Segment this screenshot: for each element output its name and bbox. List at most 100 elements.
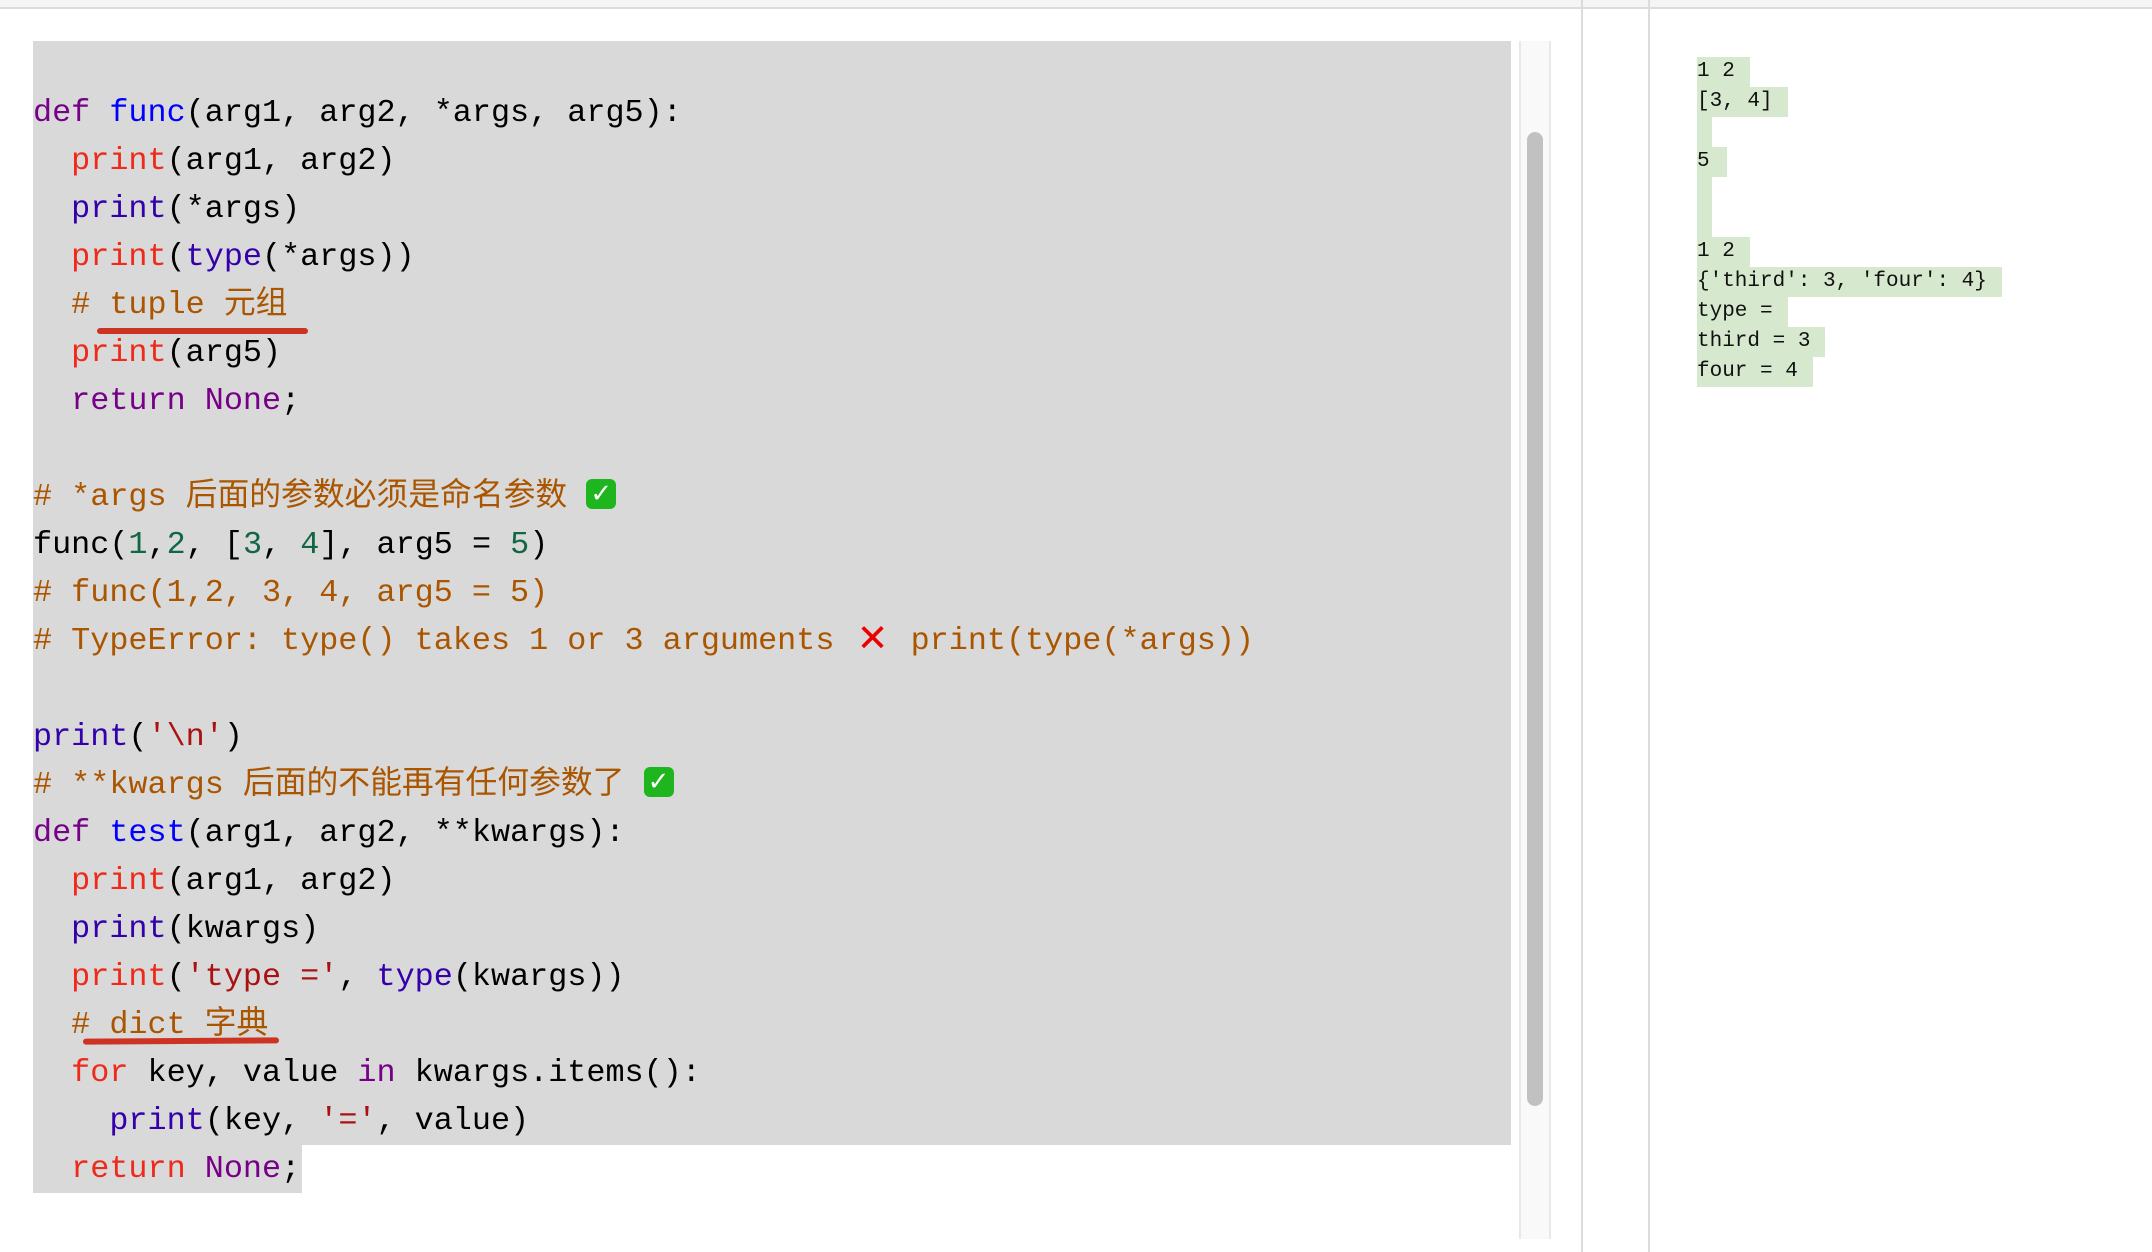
code-token: , [147,527,167,563]
output-line: [3, 4] [1697,87,2002,117]
code-token: 1 [128,527,148,563]
code-line[interactable]: # tuple 元组 [33,281,1511,329]
code-token: (arg1, arg2, **kwargs): [185,815,625,851]
top-toolbar-strip [0,0,2152,9]
output-line: four = 4 [1697,357,2002,387]
output-line [1697,177,2002,207]
code-line[interactable]: print(kwargs) [33,905,1511,953]
output-line-text: 5 [1697,147,1727,177]
code-token: func( [33,527,129,563]
code-line-text: func(1,2, [3, 4], arg5 = 5) [33,527,548,563]
code-line[interactable]: return None; [33,377,1511,425]
output-line-text: [3, 4] [1697,87,1788,117]
code-token: (kwargs)) [452,959,625,995]
code-token: '\n' [147,719,224,755]
code-token: key, value [128,1055,358,1091]
underline-tuple-annotation [97,328,308,334]
code-line-text: print('type =', type(kwargs)) [33,959,625,995]
code-token: None [204,383,282,419]
code-line[interactable]: print(key, '=', value) [33,1097,1511,1145]
output-line-text: {'third': 3, 'four': 4} [1697,267,2002,297]
panel-divider[interactable] [1581,0,1583,1252]
code-token: (*args) [166,191,301,227]
code-token: print [33,719,129,755]
code-token: , [262,527,301,563]
code-token: 'type =' [185,959,339,995]
code-line[interactable]: print(*args) [33,185,1511,233]
code-line-text: print(arg5) [33,335,281,371]
code-line[interactable]: def test(arg1, arg2, **kwargs): [33,809,1511,857]
code-token: print [71,959,167,995]
code-token: 5 [510,527,530,563]
code-token: (kwargs) [166,911,320,947]
code-line-text: print('\n') [33,719,243,755]
code-line[interactable] [33,665,1511,713]
code-line[interactable]: # func(1,2, 3, 4, arg5 = 5) [33,569,1511,617]
code-token: , value) [376,1103,530,1139]
code-line-text: # tuple 元组 [33,287,287,323]
code-token: 3 [242,527,263,563]
code-token: ( [166,239,186,275]
code-line-text: print(arg1, arg2) [33,863,395,899]
code-line[interactable]: # *args 后面的参数必须是命名参数 ✓ [33,473,1511,521]
output-line-text [1697,177,1712,207]
output-line: 1 2 [1697,237,2002,267]
code-line-text: print(kwargs) [33,911,319,947]
code-token: (arg5) [166,335,282,371]
code-line[interactable]: func(1,2, [3, 4], arg5 = 5) [33,521,1511,569]
code-line-text: # *args 后面的参数必须是命名参数 ✓ [33,478,617,515]
code-token: ], arg5 = [319,527,511,563]
code-token: print [71,335,167,371]
code-line[interactable]: def func(arg1, arg2, *args, arg5): [33,89,1511,137]
output-line: {'third': 3, 'four': 4} [1697,267,2002,297]
code-token: print [109,1103,205,1139]
editor-scrollbar-thumb[interactable] [1527,132,1543,1106]
code-token: # tuple 元组 [71,287,288,323]
code-line-text: print(key, '=', value) [33,1103,529,1139]
code-token: , [ [185,527,243,563]
code-line[interactable]: print(arg1, arg2) [33,137,1511,185]
code-line-text: def test(arg1, arg2, **kwargs): [33,815,625,851]
code-editor[interactable]: def func(arg1, arg2, *args, arg5): print… [33,41,1511,1193]
code-token: kwargs.items(): [395,1055,701,1091]
code-token: print(type(*args)) [891,623,1255,660]
code-line[interactable]: print('type =', type(kwargs)) [33,953,1511,1001]
code-line[interactable]: print('\n') [33,713,1511,761]
code-line-text: # func(1,2, 3, 4, arg5 = 5) [33,575,548,611]
code-line-text: for key, value in kwargs.items(): [33,1055,701,1091]
code-token: ) [529,527,549,563]
code-line[interactable]: return None; [33,1145,1511,1193]
output-line [1697,207,2002,237]
code-token: 4 [300,527,320,563]
code-token: print [71,911,167,947]
output-line-text: four = 4 [1697,357,1813,387]
code-token: # **kwargs 后面的不能再有任何参数了 [33,767,644,803]
code-token: ) [223,719,243,755]
code-line[interactable]: print(type(*args)) [33,233,1511,281]
code-token: # TypeError: type() takes 1 or 3 argumen… [33,623,854,660]
check-mark-icon: ✓ [586,478,617,509]
code-line[interactable]: print(arg1, arg2) [33,857,1511,905]
code-line[interactable]: # TypeError: type() takes 1 or 3 argumen… [33,616,1511,665]
code-token: ( [166,959,186,995]
code-token: def [33,95,91,131]
code-token: ; [281,1151,301,1187]
panel-divider[interactable] [1648,0,1650,1252]
code-line[interactable]: # **kwargs 后面的不能再有任何参数了 ✓ [33,761,1511,809]
code-token: , [338,959,377,995]
code-line[interactable]: for key, value in kwargs.items(): [33,1049,1511,1097]
code-line[interactable]: print(arg5) [33,329,1511,377]
code-line[interactable] [33,41,1511,89]
code-line-text: print(arg1, arg2) [33,143,395,179]
code-line[interactable] [33,425,1511,473]
